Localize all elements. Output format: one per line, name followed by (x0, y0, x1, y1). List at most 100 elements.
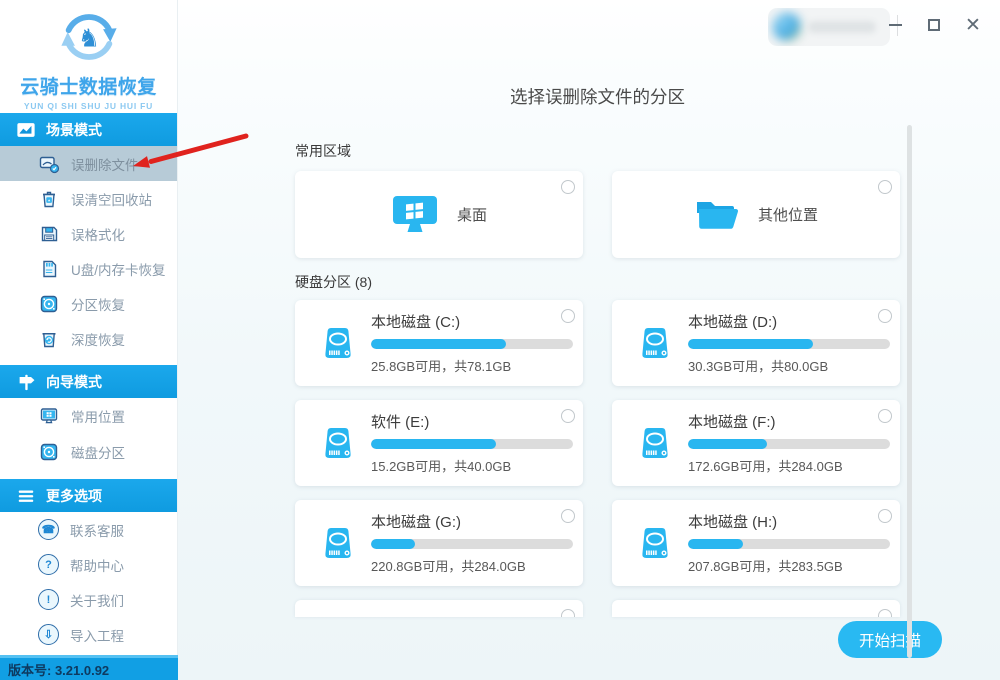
empty-recycle-bin-icon (38, 188, 60, 210)
disk-name: 软件 (E:) (371, 411, 573, 432)
hard-drive-icon (636, 424, 674, 462)
sidebar-item-about-us[interactable]: ! 关于我们 (0, 582, 177, 617)
app-logo: ♞ 云骑士数据恢复 YUN QI SHI SHU JU HUI FU (0, 0, 177, 113)
sidebar-spacer (0, 470, 177, 479)
radio-button[interactable] (878, 180, 892, 194)
sidebar-item-label: 导入工程 (70, 625, 124, 645)
disk-usage-bar (688, 539, 890, 549)
common-area-grid: 桌面 其他位置 (295, 171, 900, 258)
sidebar-item-label: 分区恢复 (71, 294, 125, 314)
common-card-label: 桌面 (457, 204, 487, 225)
disk-name: 本地磁盘 (H:) (688, 511, 890, 532)
main-panel: ✕ 选择误删除文件的分区 常用区域 桌面 其他位置 硬盘分区 (8) (178, 0, 1000, 680)
sidebar-item-contact-support[interactable]: ☎ 联系客服 (0, 512, 177, 547)
start-scan-button[interactable]: 开始扫描 (838, 621, 942, 658)
radio-button[interactable] (878, 509, 892, 523)
section-label: 场景模式 (46, 120, 102, 140)
blurred-account-area (768, 8, 890, 46)
radio-button[interactable] (878, 309, 892, 323)
recycle-knight-logo-icon: ♞ (57, 5, 121, 69)
section-header-more-options: 更多选项 (0, 479, 177, 512)
common-card-desktop[interactable]: 桌面 (295, 171, 583, 258)
sidebar-item-deleted-files[interactable]: 误删除文件 (0, 146, 177, 181)
disk-info: 172.6GB可用，共284.0GB (688, 456, 890, 475)
minimize-button[interactable] (884, 12, 906, 38)
disk-card-d[interactable]: 本地磁盘 (D:) 30.3GB可用，共80.0GB (612, 300, 900, 386)
disk-info: 15.2GB可用，共40.0GB (371, 456, 573, 475)
section-header-wizard-mode: 向导模式 (0, 365, 177, 398)
sidebar-item-label: 误删除文件 (71, 154, 139, 174)
disk-card-partial[interactable] (295, 600, 583, 617)
disk-card-h[interactable]: 本地磁盘 (H:) 207.8GB可用，共283.5GB (612, 500, 900, 586)
sidebar-item-label: 帮助中心 (70, 555, 124, 575)
sidebar-item-format[interactable]: 误格式化 (0, 216, 177, 251)
common-area-label: 常用区域 (295, 141, 900, 161)
section-label: 向导模式 (46, 372, 102, 392)
partition-recovery-icon (38, 293, 60, 315)
sidebar-item-label: 磁盘分区 (71, 442, 125, 462)
folder-icon (694, 198, 740, 232)
disk-name: 本地磁盘 (F:) (688, 411, 890, 432)
vertical-scrollbar[interactable] (907, 125, 912, 658)
maximize-button[interactable] (923, 12, 945, 38)
hard-drive-icon (319, 424, 357, 462)
disk-card-partial[interactable] (612, 600, 900, 617)
minimize-icon (889, 24, 902, 26)
contact-support-icon: ☎ (38, 519, 59, 540)
sidebar-item-partition-recovery[interactable]: 分区恢复 (0, 286, 177, 321)
disk-card-body: 软件 (E:) 15.2GB可用，共40.0GB (371, 411, 573, 475)
disk-partition-label: 硬盘分区 (8) (295, 272, 900, 292)
radio-button[interactable] (561, 180, 575, 194)
version-bar: 版本号: 3.21.0.92 (0, 655, 178, 680)
disk-info: 207.8GB可用，共283.5GB (688, 556, 890, 575)
close-button[interactable]: ✕ (962, 12, 984, 38)
radio-button[interactable] (561, 509, 575, 523)
disk-info: 25.8GB可用，共78.1GB (371, 356, 573, 375)
disk-usage-fill (371, 539, 415, 549)
sidebar-item-disk-partition[interactable]: 磁盘分区 (0, 434, 177, 470)
common-card-other-location[interactable]: 其他位置 (612, 171, 900, 258)
hard-drive-icon (319, 524, 357, 562)
radio-button[interactable] (878, 609, 892, 617)
disk-usage-bar (371, 339, 573, 349)
sidebar-item-help-center[interactable]: ? 帮助中心 (0, 547, 177, 582)
disk-usage-fill (688, 539, 743, 549)
sidebar-item-empty-recycle-bin[interactable]: 误清空回收站 (0, 181, 177, 216)
sidebar-item-usb-memory-card[interactable]: U盘/内存卡恢复 (0, 251, 177, 286)
sidebar-item-common-location[interactable]: 常用位置 (0, 398, 177, 434)
blurred-text (808, 21, 876, 33)
sidebar: ♞ 云骑士数据恢复 YUN QI SHI SHU JU HUI FU 场景模式 … (0, 0, 178, 680)
window-controls: ✕ (884, 12, 984, 38)
sidebar-item-label: 关于我们 (70, 590, 124, 610)
radio-button[interactable] (561, 609, 575, 617)
about-us-icon: ! (38, 589, 59, 610)
disk-card-body: 本地磁盘 (C:) 25.8GB可用，共78.1GB (371, 311, 573, 375)
radio-button[interactable] (878, 409, 892, 423)
deep-recovery-icon (38, 328, 60, 350)
sidebar-spacer (0, 356, 177, 365)
sidebar-item-label: U盘/内存卡恢复 (71, 259, 166, 279)
section-label: 更多选项 (46, 486, 102, 506)
sidebar-item-import-project[interactable]: ⇩ 导入工程 (0, 617, 177, 652)
hard-drive-icon (636, 524, 674, 562)
radio-button[interactable] (561, 309, 575, 323)
common-card-label: 其他位置 (758, 204, 818, 225)
disk-card-body: 本地磁盘 (D:) 30.3GB可用，共80.0GB (688, 311, 890, 375)
radio-button[interactable] (561, 409, 575, 423)
wizard-mode-icon (16, 372, 36, 392)
desktop-icon (391, 194, 439, 236)
disk-card-e[interactable]: 软件 (E:) 15.2GB可用，共40.0GB (295, 400, 583, 486)
sidebar-item-label: 深度恢复 (71, 329, 125, 349)
content-area: 选择误删除文件的分区 常用区域 桌面 其他位置 硬盘分区 (8) (295, 0, 900, 617)
sidebar-item-deep-recovery[interactable]: 深度恢复 (0, 321, 177, 356)
disk-usage-fill (688, 439, 767, 449)
disk-card-f[interactable]: 本地磁盘 (F:) 172.6GB可用，共284.0GB (612, 400, 900, 486)
import-project-icon: ⇩ (38, 624, 59, 645)
disk-card-body: 本地磁盘 (F:) 172.6GB可用，共284.0GB (688, 411, 890, 475)
hard-drive-icon (319, 324, 357, 362)
disk-usage-bar (688, 439, 890, 449)
disk-card-c[interactable]: 本地磁盘 (C:) 25.8GB可用，共78.1GB (295, 300, 583, 386)
hard-drive-icon (636, 324, 674, 362)
disk-card-g[interactable]: 本地磁盘 (G:) 220.8GB可用，共284.0GB (295, 500, 583, 586)
app-title: 云骑士数据恢复 (0, 72, 177, 99)
